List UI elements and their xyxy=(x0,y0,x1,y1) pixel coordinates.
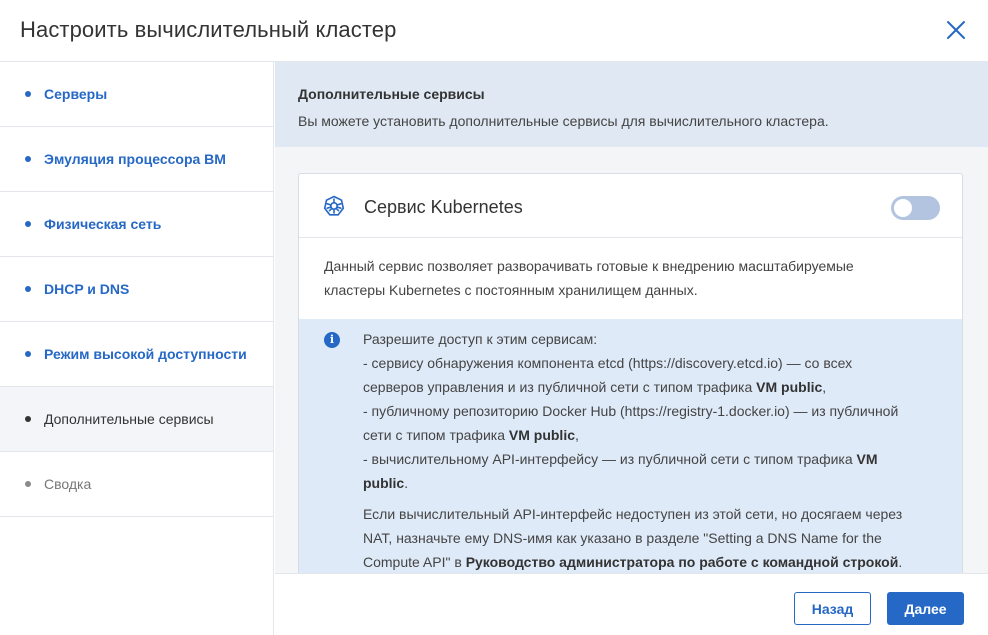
info-text-part: . xyxy=(898,554,903,570)
toggle-knob xyxy=(894,199,912,217)
main-content[interactable]: Дополнительные сервисы Вы можете установ… xyxy=(275,62,988,573)
step-bullet-icon xyxy=(25,91,31,97)
info-text-part: - вычислительному API-интерфейсу — из пу… xyxy=(363,451,857,467)
sidebar-item-label: Режим высокой доступности xyxy=(44,346,247,362)
step-bullet-icon xyxy=(25,416,31,422)
info-text: Разрешите доступ к этим сервисам: - серв… xyxy=(363,327,943,573)
info-text-part: , xyxy=(575,427,579,443)
close-icon[interactable] xyxy=(944,18,968,42)
dialog-title: Настроить вычислительный кластер xyxy=(20,17,397,42)
sidebar-item-label: DHCP и DNS xyxy=(44,281,130,297)
info-line: - вычислительному API-интерфейсу — из пу… xyxy=(363,447,943,471)
description-line: Данный сервис позволяет разворачивать го… xyxy=(324,258,854,274)
sidebar-item-label: Эмуляция процессора ВМ xyxy=(44,151,226,167)
step-bullet-icon xyxy=(25,221,31,227)
sidebar-item-dhcp-dns[interactable]: DHCP и DNS xyxy=(0,257,273,322)
sidebar-item-label: Дополнительные сервисы xyxy=(44,411,214,427)
sidebar-item-summary: Сводка xyxy=(0,452,273,517)
kubernetes-service-card: Сервис Kubernetes Данный сервис позволяе… xyxy=(298,173,963,573)
section-heading: Дополнительные сервисы xyxy=(298,86,485,102)
sidebar-item-label: Физическая сеть xyxy=(44,216,162,232)
kubernetes-toggle[interactable] xyxy=(891,196,940,220)
sidebar-item-physical-network[interactable]: Физическая сеть xyxy=(0,192,273,257)
info-text-part: Compute API" в xyxy=(363,554,466,570)
info-line: NAT, назначьте ему DNS-имя как указано в… xyxy=(363,530,882,546)
info-text-part: серверов управления и из публичной сети … xyxy=(363,379,757,395)
info-bold-term: VM xyxy=(856,451,878,467)
card-title: Сервис Kubernetes xyxy=(364,197,523,217)
section-intro: Дополнительные сервисы Вы можете установ… xyxy=(275,62,988,147)
kubernetes-icon xyxy=(323,195,345,216)
section-subheading: Вы можете установить дополнительные серв… xyxy=(298,113,829,129)
card-header: Сервис Kubernetes xyxy=(299,174,962,238)
sidebar-item-servers[interactable]: Серверы xyxy=(0,62,273,127)
info-box: i Разрешите доступ к этим сервисам: - се… xyxy=(299,319,962,573)
wizard-steps-sidebar: Серверы Эмуляция процессора ВМ Физическа… xyxy=(0,62,274,635)
info-text-part: , xyxy=(822,379,827,395)
info-line: серверов управления и из публичной сети … xyxy=(363,375,943,399)
info-line: - сервису обнаружения компонента etcd (h… xyxy=(363,355,853,371)
sidebar-item-high-availability[interactable]: Режим высокой доступности xyxy=(0,322,273,387)
dialog-footer: Назад Далее xyxy=(275,573,988,635)
info-line: - публичному репозиторию Docker Hub (htt… xyxy=(363,403,899,419)
sidebar-item-label: Серверы xyxy=(44,86,108,102)
info-bold-term: VM public xyxy=(756,379,823,395)
info-line: сети с типом трафика VM public, xyxy=(363,423,943,447)
info-text-part: . xyxy=(404,475,409,491)
sidebar-item-additional-services[interactable]: Дополнительные сервисы xyxy=(0,387,273,452)
card-description: Данный сервис позволяет разворачивать го… xyxy=(324,254,924,302)
info-bold-term: VM public xyxy=(508,427,576,443)
info-line: Если вычислительный API-интерфейс недост… xyxy=(363,506,903,522)
info-text-part: сети с типом трафика xyxy=(363,427,509,443)
step-bullet-icon xyxy=(25,481,31,487)
back-button[interactable]: Назад xyxy=(794,592,871,625)
info-line: public. xyxy=(363,471,943,495)
info-icon: i xyxy=(324,332,340,348)
sidebar-item-label: Сводка xyxy=(44,476,92,492)
info-line: Compute API" в Руководство администратор… xyxy=(363,550,943,573)
description-line: кластеры Kubernetes с постоянным хранили… xyxy=(324,282,698,298)
sidebar-item-cpu-emulation[interactable]: Эмуляция процессора ВМ xyxy=(0,127,273,192)
next-button[interactable]: Далее xyxy=(887,592,964,625)
info-bold-term: public xyxy=(363,475,405,491)
step-bullet-icon xyxy=(25,351,31,357)
admin-guide-reference: Руководство администратора по работе с к… xyxy=(465,554,899,570)
step-bullet-icon xyxy=(25,156,31,162)
dialog-header: Настроить вычислительный кластер xyxy=(0,0,988,62)
step-bullet-icon xyxy=(25,286,31,292)
info-line: Разрешите доступ к этим сервисам: xyxy=(363,331,598,347)
